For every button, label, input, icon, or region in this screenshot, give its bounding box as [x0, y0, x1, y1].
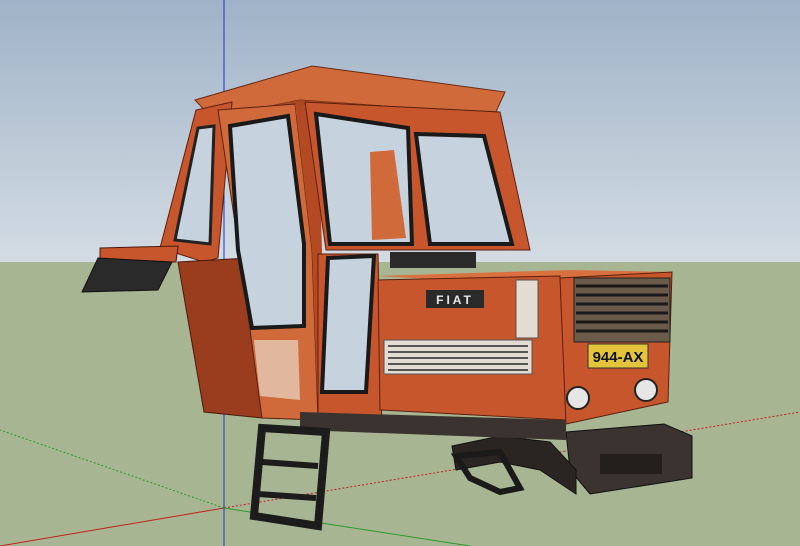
license-plate-text: 944-AX — [593, 349, 644, 366]
cab-lower-side-window[interactable] — [319, 253, 377, 394]
headlight-left — [566, 386, 590, 410]
model-canvas[interactable]: FIAT 944-AX — [0, 0, 800, 546]
bumper-slot — [600, 454, 662, 474]
3d-viewport[interactable]: FIAT 944-AX — [0, 0, 800, 546]
red-axis — [0, 507, 225, 546]
front-grille — [573, 277, 671, 343]
step-ladder — [249, 423, 331, 531]
brand-badge: FIAT — [436, 293, 474, 307]
front-axle-arch — [451, 435, 577, 495]
fender-underside — [81, 257, 173, 293]
dash-vent — [390, 252, 476, 268]
door-light-panel — [254, 340, 300, 400]
headlight-right — [634, 378, 658, 402]
tractor-model[interactable]: FIAT 944-AX — [81, 65, 693, 531]
green-axis — [0, 429, 225, 509]
